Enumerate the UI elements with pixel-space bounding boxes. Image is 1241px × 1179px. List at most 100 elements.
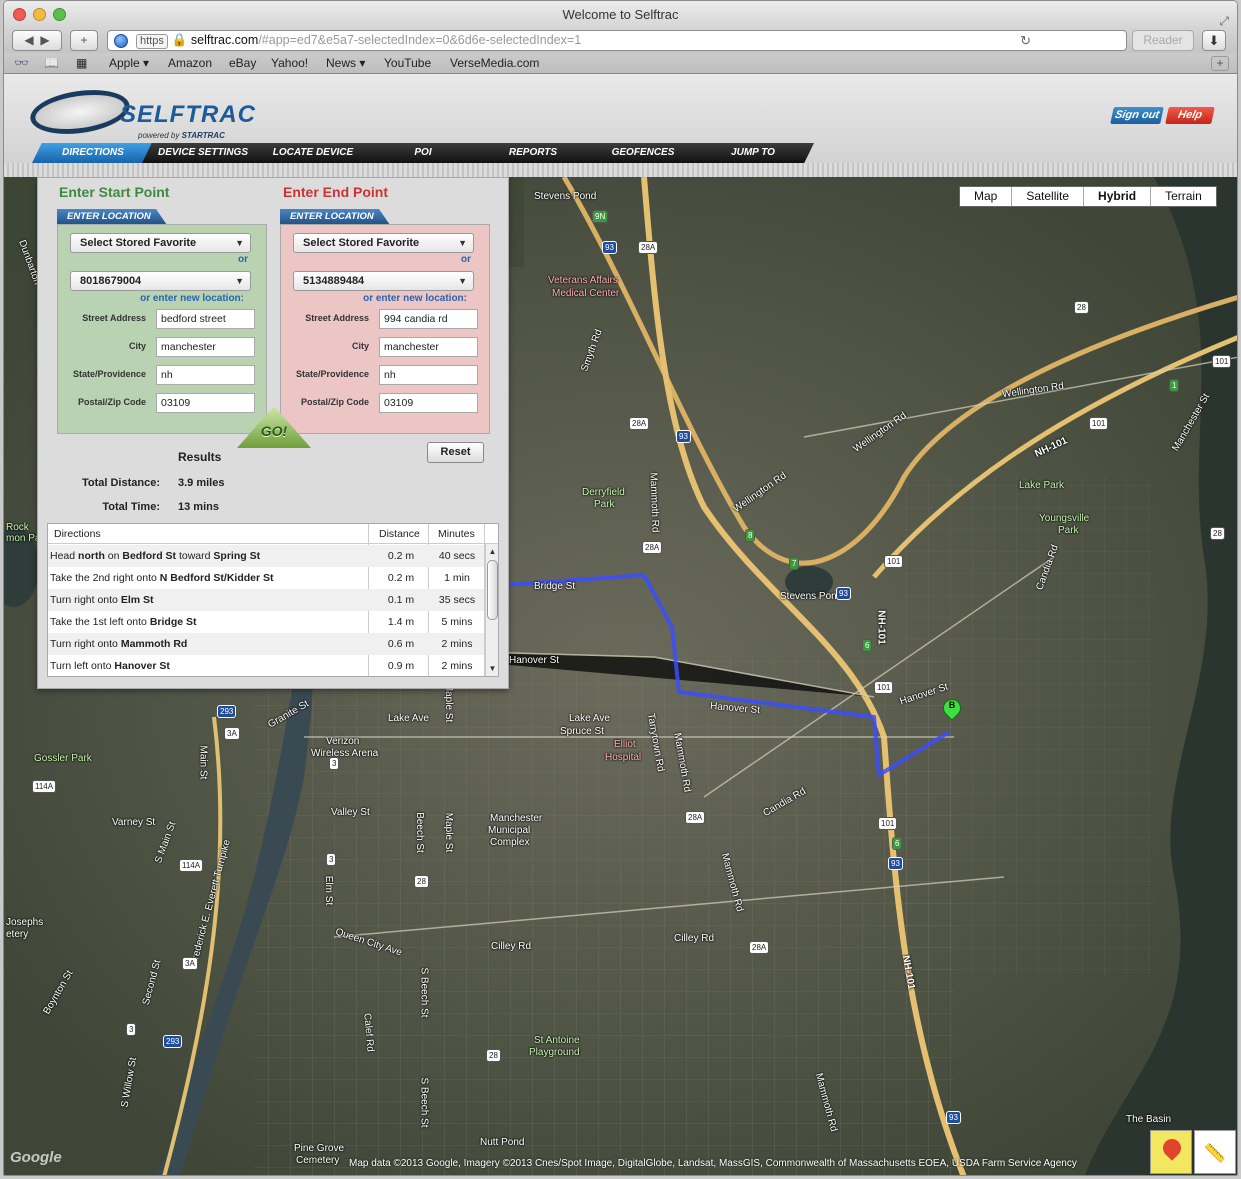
map-label: Beech St [413, 812, 425, 853]
column-minutes[interactable]: Minutes [438, 528, 475, 540]
end-state-input[interactable]: nh [379, 365, 478, 385]
bookmark-ebay[interactable]: eBay [229, 56, 256, 70]
bookmark-versemedia[interactable]: VerseMedia.com [450, 56, 539, 70]
end-zip-input[interactable]: 03109 [379, 393, 478, 413]
column-distance[interactable]: Distance [379, 528, 420, 540]
column-directions[interactable]: Directions [54, 528, 101, 540]
map-type-terrain[interactable]: Terrain [1151, 187, 1216, 206]
measure-tool[interactable]: 📏 [1194, 1130, 1236, 1174]
step-instruction: Head north on Bedford St toward Spring S… [50, 550, 261, 562]
route-shield: 3A [182, 957, 198, 970]
address-bar[interactable]: https 🔒 selftrac.com/#app=ed7&e5a7-select… [107, 30, 1127, 51]
start-state-input[interactable]: nh [156, 365, 255, 385]
map-canvas[interactable]: Stevens Pond Veterans Affairs Medical Ce… [4, 177, 1237, 1175]
help-button[interactable]: Help [1165, 107, 1215, 124]
end-device-select[interactable]: 5134889484 ▼ [293, 271, 474, 291]
bookmark-yahoo[interactable]: Yahoo! [271, 56, 308, 70]
scroll-thumb[interactable] [487, 560, 498, 620]
total-distance-label: Total Distance: [81, 477, 160, 489]
end-or-label: or [461, 254, 471, 265]
end-city-input[interactable]: manchester [379, 337, 478, 357]
step-time: 2 mins [441, 660, 473, 672]
map-label: Hospital [605, 752, 642, 763]
start-city-input[interactable]: manchester [156, 337, 255, 357]
back-forward-buttons[interactable]: ◀ ▶ [12, 30, 62, 51]
reset-button[interactable]: Reset [427, 442, 484, 463]
close-window-button[interactable] [13, 8, 26, 21]
start-device-select[interactable]: 8018679004 ▼ [70, 271, 251, 291]
forward-icon[interactable]: ▶ [40, 33, 49, 47]
tape-measure-icon: 📏 [1203, 1143, 1227, 1163]
reader-button[interactable]: Reader [1132, 30, 1194, 51]
tab-reports[interactable]: REPORTS [472, 143, 594, 163]
end-enter-location-tab[interactable]: ENTER LOCATION [280, 209, 390, 225]
place-marker-tool[interactable] [1150, 1130, 1192, 1174]
start-enter-location-tab[interactable]: ENTER LOCATION [57, 209, 167, 225]
zoom-window-button[interactable] [53, 8, 66, 21]
step-time: 5 mins [441, 616, 473, 628]
downloads-button[interactable]: ⬇ [1202, 30, 1226, 51]
route-shield: 93 [836, 587, 851, 600]
reload-icon[interactable]: ↻ [1020, 31, 1031, 50]
bookmark-apple[interactable]: Apple ▾ [109, 56, 149, 70]
top-sites-icon[interactable]: ▦ [76, 56, 87, 70]
route-shield: 1 [1169, 379, 1180, 392]
start-street-input[interactable]: bedford street [156, 309, 255, 329]
map-label: Cemetery [296, 1155, 340, 1166]
map-type-hybrid[interactable]: Hybrid [1084, 187, 1152, 206]
map-label: Manchester [490, 813, 543, 824]
map-label: Complex [490, 837, 530, 848]
tab-locate-device[interactable]: LOCATE DEVICE [252, 143, 374, 163]
start-point-title: Enter Start Point [59, 184, 170, 200]
start-favorite-select[interactable]: Select Stored Favorite ▼ [70, 233, 251, 253]
tab-directions[interactable]: DIRECTIONS [32, 143, 154, 163]
tab-device-settings[interactable]: DEVICE SETTINGS [142, 143, 264, 163]
tab-geofences[interactable]: GEOFENCES [582, 143, 704, 163]
map-label: Nutt Pond [480, 1137, 525, 1148]
route-shield: 101 [884, 555, 904, 568]
table-row[interactable]: Take the 1st left onto Bridge St 1.4 m 5 m… [48, 611, 484, 633]
map-label: S Beech St [418, 967, 430, 1018]
reading-list-icon[interactable]: 👓 [14, 56, 29, 70]
sign-out-button[interactable]: Sign out [1110, 107, 1164, 124]
map-label: Mammoth Rd [647, 472, 661, 533]
bookmark-amazon[interactable]: Amazon [168, 56, 212, 70]
route-shield: 101 [1212, 355, 1232, 368]
table-row[interactable]: Head north on Bedford St toward Spring S… [48, 545, 484, 567]
bookmark-news[interactable]: News ▾ [326, 56, 365, 70]
table-row[interactable]: Turn right onto Elm St 0.1 m 35 secs [48, 589, 484, 611]
table-row[interactable]: Turn left onto Hanover St 0.9 m 2 mins [48, 655, 484, 676]
map-label: Spruce St [560, 726, 604, 737]
end-street-label: Street Address [305, 313, 369, 323]
back-icon[interactable]: ◀ [24, 33, 33, 47]
google-logo[interactable]: Google [10, 1149, 62, 1166]
bookmark-youtube[interactable]: YouTube [384, 56, 431, 70]
scroll-up-icon[interactable]: ▲ [486, 546, 498, 558]
minimize-window-button[interactable] [33, 8, 46, 21]
add-bookmark-button[interactable]: + [1211, 56, 1229, 71]
end-favorite-select[interactable]: Select Stored Favorite ▼ [293, 233, 474, 253]
selftrac-logo[interactable]: SELFTRAC powered by STARTRAC [26, 84, 256, 147]
route-shield: 93 [888, 857, 903, 870]
table-row[interactable]: Turn right onto Mammoth Rd 0.6 m 2 mins [48, 633, 484, 655]
scroll-down-icon[interactable]: ▼ [486, 663, 498, 675]
pin-icon [1159, 1135, 1185, 1161]
directions-table: Directions Distance Minutes Head north o… [47, 523, 499, 677]
table-row[interactable]: Take the 2nd right onto N Bedford St/Kid… [48, 567, 484, 589]
bookmarks-book-icon[interactable]: 📖 [44, 56, 59, 70]
tab-poi[interactable]: POI [362, 143, 484, 163]
end-street-input[interactable]: 994 candia rd [379, 309, 478, 329]
step-instruction: Turn left onto Hanover St [50, 660, 170, 672]
map-type-satellite[interactable]: Satellite [1012, 187, 1085, 206]
new-tab-button[interactable]: + [70, 30, 98, 51]
route-shield: 93 [946, 1111, 961, 1124]
tab-jump-to[interactable]: JUMP TO [692, 143, 814, 163]
end-point-marker[interactable]: B [939, 695, 965, 729]
map-label: Bridge St [534, 581, 576, 592]
step-distance: 0.1 m [387, 594, 415, 606]
directions-scrollbar[interactable]: ▲ ▼ [485, 544, 498, 676]
map-type-map[interactable]: Map [960, 187, 1013, 206]
route-shield: 9N [592, 210, 609, 223]
step-distance: 0.9 m [387, 660, 415, 672]
go-button[interactable]: GO! [237, 406, 311, 448]
